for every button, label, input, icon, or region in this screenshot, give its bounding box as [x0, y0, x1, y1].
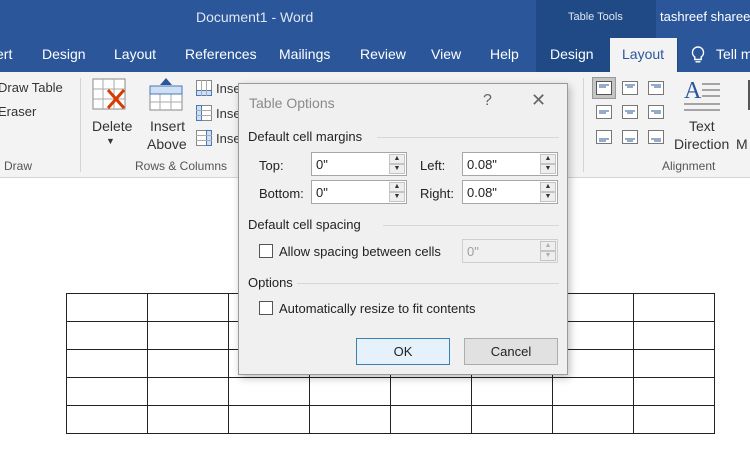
spacing-spinner[interactable]: 0" ▲ ▼ [462, 239, 558, 263]
bottom-margin-value[interactable]: 0" [316, 185, 328, 200]
tab-design[interactable]: Design [42, 46, 86, 62]
bottom-margin-label: Bottom: [259, 186, 304, 201]
right-margin-spinner[interactable]: 0.08" ▲ ▼ [462, 180, 558, 204]
tab-table-layout[interactable]: Layout [610, 38, 677, 72]
draw-group-label: Draw [4, 159, 33, 173]
heading-divider [297, 283, 559, 284]
insert-above-label-2[interactable]: Above [147, 136, 187, 152]
text-direction-label-2[interactable]: Direction [674, 136, 729, 152]
cell-margins-button[interactable]: M [736, 136, 748, 152]
align-center-left-icon[interactable] [596, 105, 612, 119]
tab-help[interactable]: Help [490, 46, 519, 62]
tab-mailings[interactable]: Mailings [279, 46, 330, 62]
insert-left-icon[interactable] [196, 105, 212, 121]
insert-right-icon[interactable] [196, 130, 212, 146]
table-tools-label: Table Tools [568, 11, 623, 23]
autoresize-label[interactable]: Automatically resize to fit contents [279, 301, 476, 316]
heading-divider [383, 225, 559, 226]
spin-down-icon[interactable]: ▼ [540, 251, 556, 261]
text-direction-label-1[interactable]: Text [689, 118, 715, 134]
tab-table-design[interactable]: Design [550, 46, 594, 62]
table-options-dialog: Table Options ? ✕ Default cell margins T… [238, 83, 568, 375]
tab-insert[interactable]: ert [0, 46, 12, 62]
spin-up-icon[interactable]: ▲ [540, 154, 556, 164]
lightbulb-icon[interactable] [690, 46, 706, 64]
ok-button[interactable]: OK [356, 338, 450, 365]
allow-spacing-label[interactable]: Allow spacing between cells [279, 244, 441, 259]
tab-layout[interactable]: Layout [114, 46, 156, 62]
cancel-button[interactable]: Cancel [464, 338, 558, 365]
cell-spacing-heading: Default cell spacing [248, 217, 361, 232]
spin-up-icon[interactable]: ▲ [389, 182, 405, 192]
delete-table-icon[interactable] [92, 78, 128, 112]
left-margin-spinner[interactable]: 0.08" ▲ ▼ [462, 152, 558, 176]
spin-up-icon[interactable]: ▲ [540, 182, 556, 192]
left-margin-label: Left: [420, 158, 446, 173]
align-bottom-center-icon[interactable] [622, 130, 638, 144]
align-top-right-icon[interactable] [648, 81, 664, 95]
draw-table-button[interactable]: Draw Table [0, 80, 63, 95]
close-icon[interactable]: ✕ [531, 90, 546, 111]
spin-down-icon[interactable]: ▼ [389, 164, 405, 174]
align-center-icon[interactable] [622, 105, 638, 119]
delete-button[interactable]: Delete [92, 118, 132, 134]
insert-below-button[interactable]: Inse [216, 81, 241, 96]
spin-down-icon[interactable]: ▼ [389, 192, 405, 202]
group-separator [80, 78, 81, 172]
spin-up-icon[interactable]: ▲ [540, 241, 556, 251]
alignment-group-label: Alignment [662, 159, 716, 173]
top-margin-spinner[interactable]: 0" ▲ ▼ [311, 152, 407, 176]
align-top-left-icon [596, 81, 612, 95]
spin-up-icon[interactable]: ▲ [389, 154, 405, 164]
align-center-right-icon[interactable] [648, 105, 664, 119]
group-separator [583, 78, 584, 172]
tab-table-layout-label: Layout [622, 46, 665, 62]
tab-references[interactable]: References [185, 46, 257, 62]
options-heading: Options [248, 275, 293, 290]
top-margin-value[interactable]: 0" [316, 157, 328, 172]
insert-below-icon[interactable] [196, 80, 212, 96]
tell-me-search[interactable]: Tell m [716, 46, 750, 62]
bottom-margin-spinner[interactable]: 0" ▲ ▼ [311, 180, 407, 204]
user-account[interactable]: tashreef sharee [660, 9, 750, 24]
chevron-down-icon[interactable]: ▼ [106, 136, 115, 146]
spacing-value[interactable]: 0" [467, 244, 479, 259]
right-margin-value[interactable]: 0.08" [467, 185, 497, 200]
text-direction-icon[interactable]: A [682, 76, 722, 116]
heading-divider [377, 137, 559, 138]
tab-view[interactable]: View [431, 46, 461, 62]
svg-text:A: A [684, 78, 702, 104]
cell-margins-heading: Default cell margins [248, 129, 363, 144]
align-bottom-right-icon[interactable] [648, 130, 664, 144]
tab-review[interactable]: Review [360, 46, 406, 62]
insert-above-label-1[interactable]: Insert [150, 118, 185, 134]
top-margin-label: Top: [259, 158, 284, 173]
insert-left-button[interactable]: Inse [216, 106, 241, 121]
spin-down-icon[interactable]: ▼ [540, 192, 556, 202]
window-title: Document1 - Word [196, 9, 314, 25]
dialog-title: Table Options [249, 95, 335, 111]
left-margin-value[interactable]: 0.08" [467, 157, 497, 172]
align-top-center-icon[interactable] [622, 81, 638, 95]
right-margin-label: Right: [420, 186, 454, 201]
autoresize-checkbox[interactable] [259, 301, 273, 315]
insert-right-button[interactable]: Inse [216, 131, 241, 146]
insert-above-icon[interactable] [149, 78, 185, 112]
align-bottom-left-icon[interactable] [596, 130, 612, 144]
allow-spacing-checkbox[interactable] [259, 244, 273, 258]
eraser-button[interactable]: Eraser [0, 104, 36, 119]
rows-columns-group-label: Rows & Columns [135, 159, 228, 173]
help-icon[interactable]: ? [483, 92, 492, 110]
spin-down-icon[interactable]: ▼ [540, 164, 556, 174]
